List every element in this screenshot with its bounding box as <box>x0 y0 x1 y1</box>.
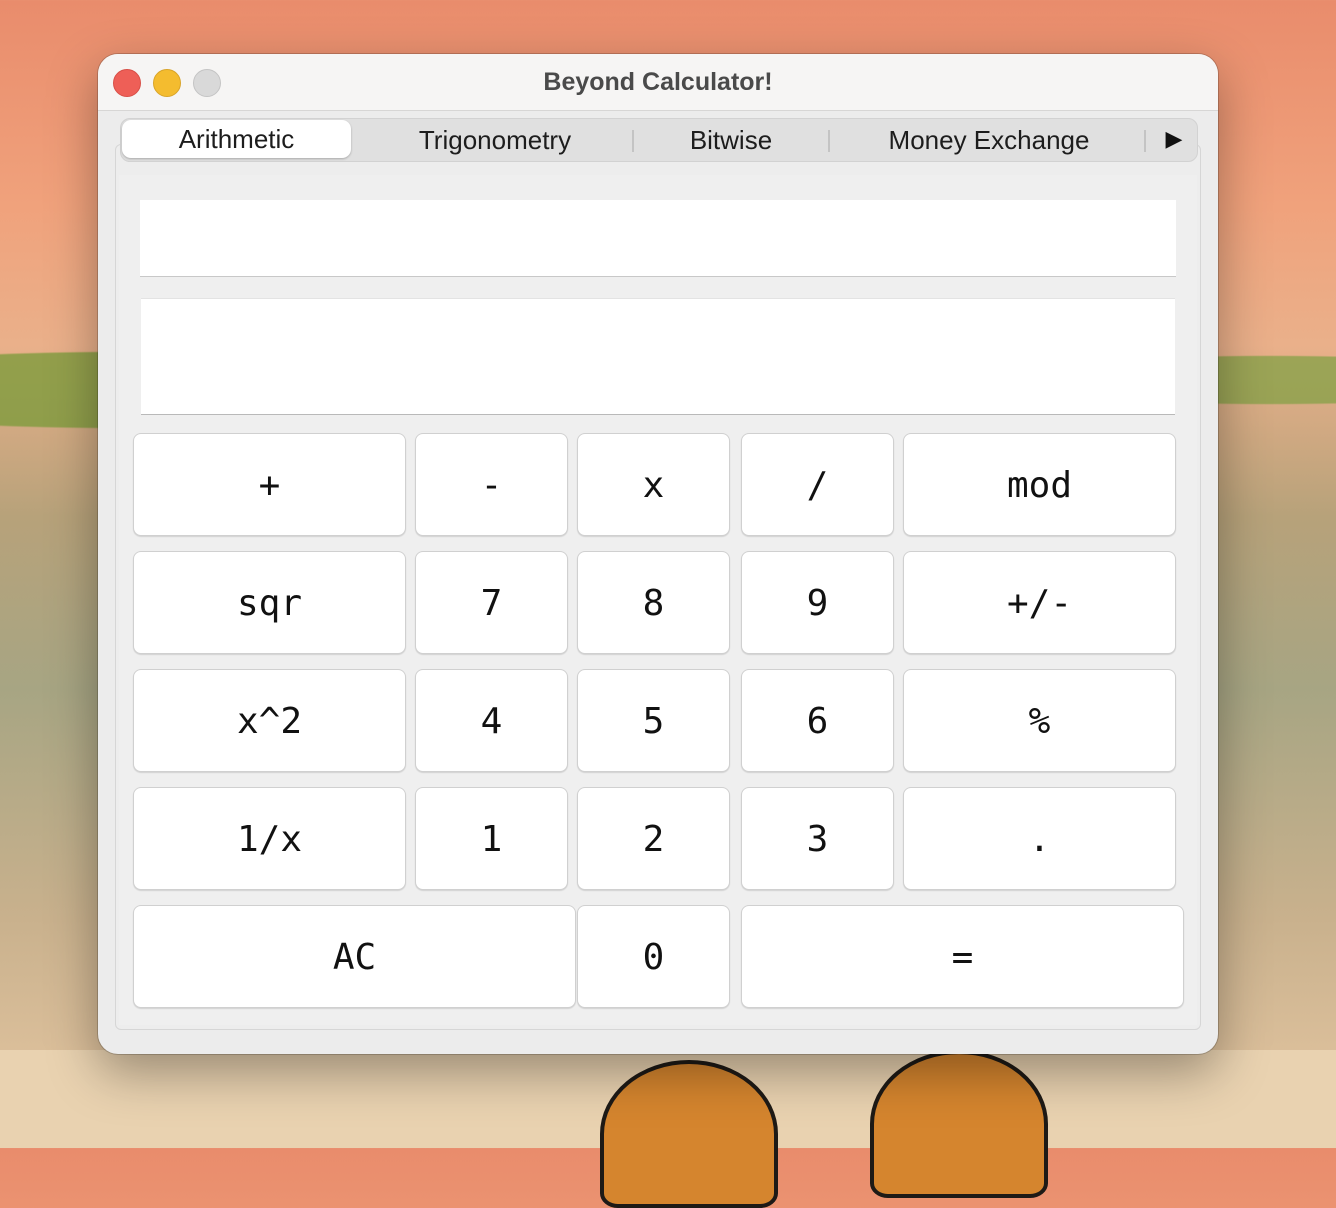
result-display <box>141 298 1175 415</box>
digit-6-button[interactable]: 6 <box>741 669 894 772</box>
negate-button[interactable]: +/- <box>903 551 1176 654</box>
wallpaper-dog-left <box>600 1060 778 1208</box>
digit-8-button[interactable]: 8 <box>577 551 730 654</box>
tab-scroll-right-icon[interactable]: ▶ <box>1161 127 1187 153</box>
tab-bar: Arithmetic Trigonometry Bitwise Money Ex… <box>120 118 1198 162</box>
tab-bitwise[interactable]: Bitwise <box>635 119 827 161</box>
decimal-point-button[interactable]: . <box>903 787 1176 890</box>
title-bar[interactable]: Beyond Calculator! <box>98 54 1218 111</box>
digit-3-button[interactable]: 3 <box>741 787 894 890</box>
tab-money-exchange[interactable]: Money Exchange <box>831 119 1147 161</box>
digit-1-button[interactable]: 1 <box>415 787 568 890</box>
tab-arithmetic[interactable]: Arithmetic <box>122 120 351 158</box>
digit-5-button[interactable]: 5 <box>577 669 730 772</box>
tab-separator <box>828 130 830 152</box>
digit-2-button[interactable]: 2 <box>577 787 730 890</box>
all-clear-button[interactable]: AC <box>133 905 576 1008</box>
square-root-button[interactable]: sqr <box>133 551 406 654</box>
multiply-button[interactable]: x <box>577 433 730 536</box>
mod-button[interactable]: mod <box>903 433 1176 536</box>
reciprocal-button[interactable]: 1/x <box>133 787 406 890</box>
plus-button[interactable]: + <box>133 433 406 536</box>
digit-9-button[interactable]: 9 <box>741 551 894 654</box>
square-button[interactable]: x^2 <box>133 669 406 772</box>
minus-button[interactable]: - <box>415 433 568 536</box>
percent-button[interactable]: % <box>903 669 1176 772</box>
digit-0-button[interactable]: 0 <box>577 905 730 1008</box>
window-title: Beyond Calculator! <box>543 68 773 96</box>
calculator-window: Beyond Calculator! Arithmetic Trigonomet… <box>98 54 1218 1054</box>
tab-separator <box>1144 130 1146 152</box>
wallpaper-dog-right <box>870 1050 1048 1198</box>
digit-7-button[interactable]: 7 <box>415 551 568 654</box>
digit-4-button[interactable]: 4 <box>415 669 568 772</box>
tab-separator <box>632 130 634 152</box>
expression-display <box>140 200 1176 277</box>
divide-button[interactable]: / <box>741 433 894 536</box>
equals-button[interactable]: = <box>741 905 1184 1008</box>
tab-trigonometry[interactable]: Trigonometry <box>357 119 633 161</box>
